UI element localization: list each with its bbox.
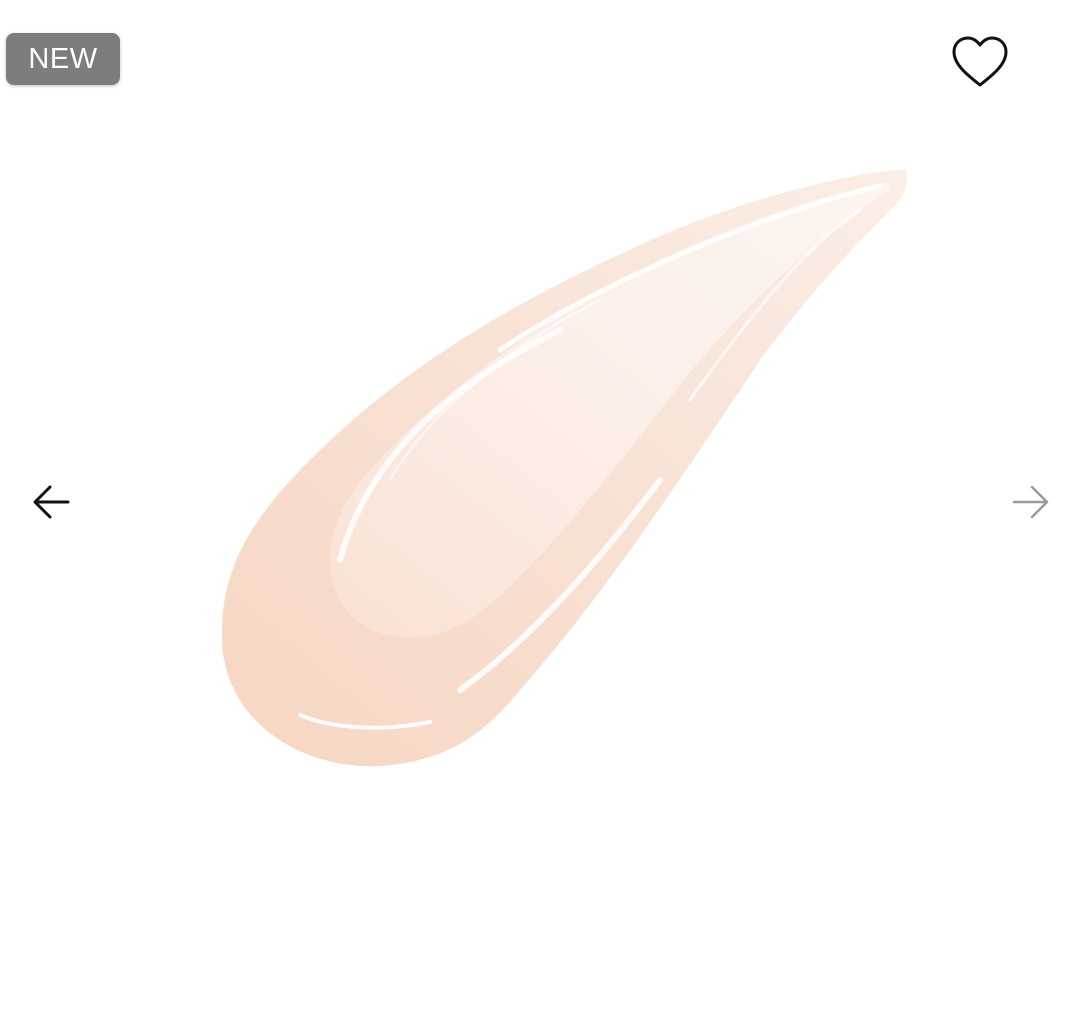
arrow-left-icon [33, 485, 70, 519]
heart-outline-icon [952, 36, 1008, 87]
next-image-button[interactable] [1006, 478, 1054, 526]
arrow-right-icon [1012, 485, 1049, 519]
new-badge: NEW [6, 33, 120, 85]
product-swatch-image [221, 169, 907, 767]
product-image-gallery: NEW [0, 0, 1080, 1033]
favorite-button[interactable] [944, 30, 1016, 94]
previous-image-button[interactable] [28, 478, 76, 526]
